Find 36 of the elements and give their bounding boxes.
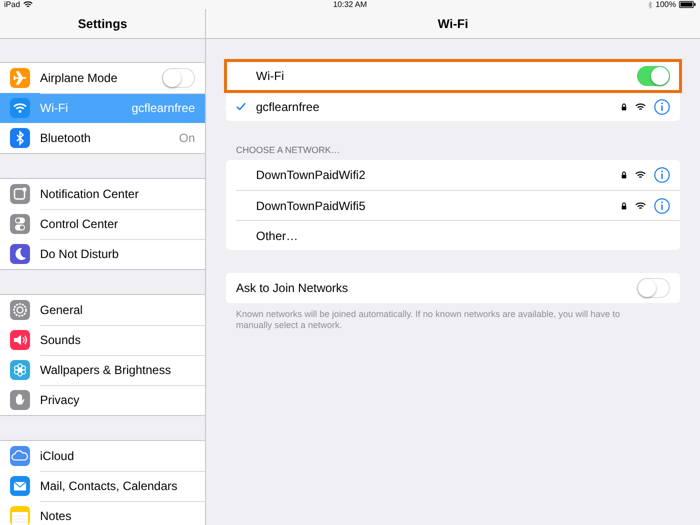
sidebar-title: Settings	[78, 16, 128, 30]
settings-item[interactable]: Control Center	[0, 209, 205, 239]
device-name: iPad	[4, 0, 20, 9]
settings-item[interactable]: Mail, Contacts, Calendars	[0, 471, 205, 501]
settings-item[interactable]: Privacy	[0, 385, 205, 415]
network-row[interactable]: DownTownPaidWifi2	[226, 160, 680, 190]
info-button[interactable]	[654, 198, 670, 214]
settings-item[interactable]: Notes	[0, 501, 205, 525]
network-row[interactable]: DownTownPaidWifi5	[236, 190, 680, 220]
page-title: Wi-Fi	[438, 16, 468, 30]
wifi-icon	[635, 171, 646, 179]
clock: 10:32 AM	[333, 0, 367, 9]
battery-percentage: 100%	[656, 0, 676, 9]
info-button[interactable]	[654, 167, 670, 183]
info-button[interactable]	[654, 98, 670, 114]
toggle-switch[interactable]	[637, 278, 670, 298]
settings-item[interactable]: General	[0, 295, 205, 325]
settings-item[interactable]: Notification Center	[0, 179, 205, 209]
section-header: CHOOSE A NETWORK…	[236, 145, 342, 155]
footer-note: Known networks will be joined automatically. If no known networks are available, you will have to manually select a network.	[236, 309, 622, 331]
settings-item[interactable]: Wallpapers & Brightness	[0, 355, 205, 385]
wifi-signal-icon	[23, 1, 34, 8]
toggle-switch[interactable]	[162, 68, 195, 88]
network-row[interactable]: gcflearnfree	[236, 91, 680, 121]
toggle-switch[interactable]	[637, 66, 670, 86]
settings-item[interactable]: iCloud	[0, 441, 205, 471]
settings-item[interactable]: Sounds	[0, 325, 205, 355]
ask-to-join-label: Ask to Join Networks	[236, 281, 350, 295]
other-network-row[interactable]: Other…	[236, 220, 680, 250]
wifi-icon	[635, 102, 646, 110]
wifi-icon	[635, 202, 646, 210]
settings-item[interactable]: Bluetooth On	[0, 123, 205, 153]
wifi-label: Wi-Fi	[255, 69, 285, 83]
settings-item[interactable]: Do Not Disturb	[0, 239, 205, 269]
bluetooth-icon	[648, 0, 653, 8]
battery-icon	[679, 1, 696, 8]
